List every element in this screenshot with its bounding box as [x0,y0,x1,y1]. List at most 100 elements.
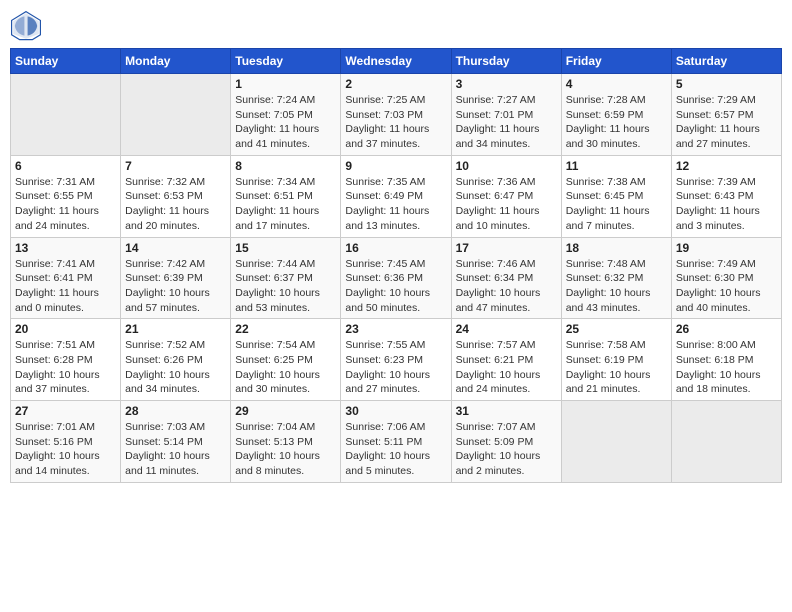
logo [10,10,46,42]
cell-daylight-info: Sunrise: 7:32 AM Sunset: 6:53 PM Dayligh… [125,175,226,234]
cell-daylight-info: Sunrise: 7:04 AM Sunset: 5:13 PM Dayligh… [235,420,336,479]
cell-day-number: 16 [345,241,446,255]
cell-daylight-info: Sunrise: 7:41 AM Sunset: 6:41 PM Dayligh… [15,257,116,316]
calendar-week-2: 6 Sunrise: 7:31 AM Sunset: 6:55 PM Daylig… [11,155,782,237]
calendar-cell: 14 Sunrise: 7:42 AM Sunset: 6:39 PM Dayli… [121,237,231,319]
cell-day-number: 24 [456,322,557,336]
cell-daylight-info: Sunrise: 7:55 AM Sunset: 6:23 PM Dayligh… [345,338,446,397]
calendar-header: SundayMondayTuesdayWednesdayThursdayFrid… [11,49,782,74]
cell-day-number: 21 [125,322,226,336]
calendar-body: 1 Sunrise: 7:24 AM Sunset: 7:05 PM Daylig… [11,74,782,483]
cell-day-number: 14 [125,241,226,255]
cell-day-number: 18 [566,241,667,255]
calendar-table: SundayMondayTuesdayWednesdayThursdayFrid… [10,48,782,483]
cell-daylight-info: Sunrise: 7:39 AM Sunset: 6:43 PM Dayligh… [676,175,777,234]
cell-daylight-info: Sunrise: 7:52 AM Sunset: 6:26 PM Dayligh… [125,338,226,397]
cell-daylight-info: Sunrise: 7:35 AM Sunset: 6:49 PM Dayligh… [345,175,446,234]
cell-day-number: 2 [345,77,446,91]
calendar-cell [121,74,231,156]
cell-day-number: 26 [676,322,777,336]
cell-daylight-info: Sunrise: 8:00 AM Sunset: 6:18 PM Dayligh… [676,338,777,397]
cell-day-number: 19 [676,241,777,255]
cell-day-number: 31 [456,404,557,418]
calendar-cell: 6 Sunrise: 7:31 AM Sunset: 6:55 PM Daylig… [11,155,121,237]
cell-daylight-info: Sunrise: 7:24 AM Sunset: 7:05 PM Dayligh… [235,93,336,152]
calendar-cell: 13 Sunrise: 7:41 AM Sunset: 6:41 PM Dayli… [11,237,121,319]
cell-day-number: 20 [15,322,116,336]
cell-day-number: 10 [456,159,557,173]
calendar-cell: 20Sunrise: 7:51 AM Sunset: 6:28 PM Dayli… [11,319,121,401]
calendar-cell: 3 Sunrise: 7:27 AM Sunset: 7:01 PM Daylig… [451,74,561,156]
calendar-cell [561,401,671,483]
cell-daylight-info: Sunrise: 7:28 AM Sunset: 6:59 PM Dayligh… [566,93,667,152]
weekday-wednesday: Wednesday [341,49,451,74]
calendar-cell: 25 Sunrise: 7:58 AM Sunset: 6:19 PM Dayli… [561,319,671,401]
weekday-monday: Monday [121,49,231,74]
cell-daylight-info: Sunrise: 7:54 AM Sunset: 6:25 PM Dayligh… [235,338,336,397]
cell-day-number: 23 [345,322,446,336]
calendar-cell: 29 Sunrise: 7:04 AM Sunset: 5:13 PM Dayli… [231,401,341,483]
cell-day-number: 22 [235,322,336,336]
weekday-friday: Friday [561,49,671,74]
calendar-week-3: 13 Sunrise: 7:41 AM Sunset: 6:41 PM Dayli… [11,237,782,319]
calendar-week-5: 27 Sunrise: 7:01 AM Sunset: 5:16 PM Dayli… [11,401,782,483]
cell-daylight-info: Sunrise: 7:34 AM Sunset: 6:51 PM Dayligh… [235,175,336,234]
cell-day-number: 8 [235,159,336,173]
calendar-cell: 2 Sunrise: 7:25 AM Sunset: 7:03 PM Daylig… [341,74,451,156]
cell-day-number: 29 [235,404,336,418]
cell-day-number: 4 [566,77,667,91]
cell-daylight-info: Sunrise: 7:45 AM Sunset: 6:36 PM Dayligh… [345,257,446,316]
cell-daylight-info: Sunrise: 7:48 AM Sunset: 6:32 PM Dayligh… [566,257,667,316]
cell-daylight-info: Sunrise: 7:25 AM Sunset: 7:03 PM Dayligh… [345,93,446,152]
cell-daylight-info: Sunrise: 7:58 AM Sunset: 6:19 PM Dayligh… [566,338,667,397]
cell-daylight-info: Sunrise: 7:27 AM Sunset: 7:01 PM Dayligh… [456,93,557,152]
calendar-cell: 22 Sunrise: 7:54 AM Sunset: 6:25 PM Dayli… [231,319,341,401]
cell-day-number: 6 [15,159,116,173]
calendar-cell: 9 Sunrise: 7:35 AM Sunset: 6:49 PM Daylig… [341,155,451,237]
calendar-cell: 26 Sunrise: 8:00 AM Sunset: 6:18 PM Dayli… [671,319,781,401]
cell-daylight-info: Sunrise: 7:03 AM Sunset: 5:14 PM Dayligh… [125,420,226,479]
cell-day-number: 11 [566,159,667,173]
cell-daylight-info: Sunrise: 7:38 AM Sunset: 6:45 PM Dayligh… [566,175,667,234]
cell-day-number: 5 [676,77,777,91]
cell-day-number: 25 [566,322,667,336]
calendar-cell: 18 Sunrise: 7:48 AM Sunset: 6:32 PM Dayli… [561,237,671,319]
calendar-cell: 7Sunrise: 7:32 AM Sunset: 6:53 PM Daylig… [121,155,231,237]
calendar-cell [671,401,781,483]
calendar-cell: 30Sunrise: 7:06 AM Sunset: 5:11 PM Dayli… [341,401,451,483]
calendar-cell: 10Sunrise: 7:36 AM Sunset: 6:47 PM Dayli… [451,155,561,237]
calendar-cell: 15Sunrise: 7:44 AM Sunset: 6:37 PM Dayli… [231,237,341,319]
weekday-thursday: Thursday [451,49,561,74]
cell-daylight-info: Sunrise: 7:42 AM Sunset: 6:39 PM Dayligh… [125,257,226,316]
calendar-cell: 11 Sunrise: 7:38 AM Sunset: 6:45 PM Dayli… [561,155,671,237]
cell-daylight-info: Sunrise: 7:46 AM Sunset: 6:34 PM Dayligh… [456,257,557,316]
cell-daylight-info: Sunrise: 7:31 AM Sunset: 6:55 PM Dayligh… [15,175,116,234]
weekday-saturday: Saturday [671,49,781,74]
calendar-cell: 23 Sunrise: 7:55 AM Sunset: 6:23 PM Dayli… [341,319,451,401]
calendar-week-1: 1 Sunrise: 7:24 AM Sunset: 7:05 PM Daylig… [11,74,782,156]
cell-daylight-info: Sunrise: 7:57 AM Sunset: 6:21 PM Dayligh… [456,338,557,397]
cell-day-number: 17 [456,241,557,255]
logo-icon [10,10,42,42]
cell-daylight-info: Sunrise: 7:44 AM Sunset: 6:37 PM Dayligh… [235,257,336,316]
calendar-cell: 28Sunrise: 7:03 AM Sunset: 5:14 PM Dayli… [121,401,231,483]
calendar-cell: 27 Sunrise: 7:01 AM Sunset: 5:16 PM Dayli… [11,401,121,483]
weekday-tuesday: Tuesday [231,49,341,74]
weekday-sunday: Sunday [11,49,121,74]
weekday-header-row: SundayMondayTuesdayWednesdayThursdayFrid… [11,49,782,74]
calendar-cell: 17 Sunrise: 7:46 AM Sunset: 6:34 PM Dayli… [451,237,561,319]
cell-day-number: 3 [456,77,557,91]
calendar-cell: 8 Sunrise: 7:34 AM Sunset: 6:51 PM Daylig… [231,155,341,237]
cell-day-number: 1 [235,77,336,91]
cell-daylight-info: Sunrise: 7:49 AM Sunset: 6:30 PM Dayligh… [676,257,777,316]
cell-day-number: 9 [345,159,446,173]
calendar-cell: 5Sunrise: 7:29 AM Sunset: 6:57 PM Daylig… [671,74,781,156]
cell-day-number: 13 [15,241,116,255]
calendar-cell: 1 Sunrise: 7:24 AM Sunset: 7:05 PM Daylig… [231,74,341,156]
cell-daylight-info: Sunrise: 7:07 AM Sunset: 5:09 PM Dayligh… [456,420,557,479]
cell-day-number: 30 [345,404,446,418]
cell-daylight-info: Sunrise: 7:01 AM Sunset: 5:16 PM Dayligh… [15,420,116,479]
calendar-cell: 24 Sunrise: 7:57 AM Sunset: 6:21 PM Dayli… [451,319,561,401]
cell-day-number: 27 [15,404,116,418]
calendar-cell [11,74,121,156]
